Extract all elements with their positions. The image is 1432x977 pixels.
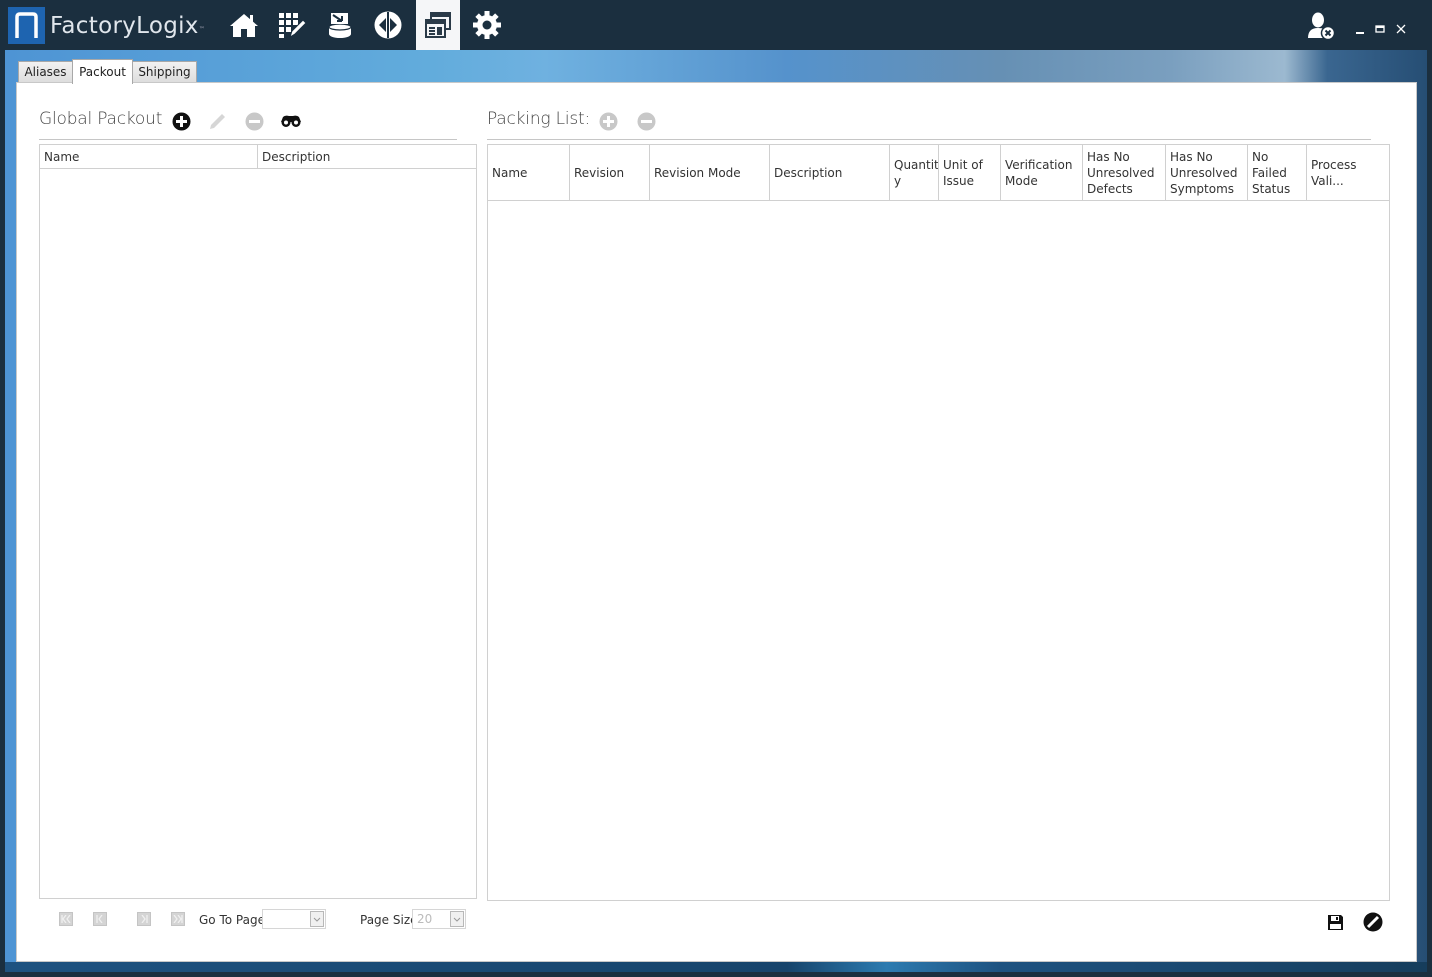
column-header-has-no-unresolved-symptoms[interactable]: Has No Unresolved Symptoms xyxy=(1166,145,1248,200)
go-to-page-select[interactable] xyxy=(262,909,326,929)
page-size-select[interactable]: 20 xyxy=(412,909,466,929)
packing-list-divider xyxy=(487,139,1371,140)
global-packout-title: Global Packout xyxy=(39,109,163,129)
routing-icon xyxy=(374,11,402,39)
column-header-unit-of-issue[interactable]: Unit of Issue xyxy=(939,145,1001,200)
column-header-quantity[interactable]: Quantit y xyxy=(890,145,939,200)
find-packout-button[interactable] xyxy=(280,110,302,132)
minimize-button[interactable] xyxy=(1353,22,1367,36)
save-icon xyxy=(1327,914,1343,930)
nav-windows-button[interactable] xyxy=(416,0,460,50)
remove-icon xyxy=(637,112,655,130)
last-page-icon xyxy=(173,915,183,923)
chevron-down-icon xyxy=(310,911,324,927)
column-header-verification-mode[interactable]: Verification Mode xyxy=(1001,145,1083,200)
next-page-button[interactable] xyxy=(137,912,151,926)
add-icon xyxy=(599,112,617,130)
title-bar: FactoryLogix™ xyxy=(0,0,1432,50)
global-packout-grid-header: Name Description xyxy=(40,145,476,169)
packing-list-title: Packing List: xyxy=(487,109,591,129)
nav-home-button[interactable] xyxy=(222,0,266,50)
grid-edit-icon xyxy=(279,13,307,39)
gear-icon xyxy=(473,11,501,39)
windows-icon xyxy=(425,12,451,38)
minimize-icon xyxy=(1356,32,1364,34)
column-header-no-failed-status[interactable]: No Failed Status xyxy=(1248,145,1307,200)
column-header-has-no-unresolved-defects[interactable]: Has No Unresolved Defects xyxy=(1083,145,1166,200)
remove-icon xyxy=(245,112,263,130)
previous-page-button[interactable] xyxy=(93,912,107,926)
packing-list-grid: Name Revision Revision Mode Description … xyxy=(487,144,1390,901)
tab-aliases[interactable]: Aliases xyxy=(18,61,73,84)
maximize-button[interactable] xyxy=(1373,22,1387,36)
next-page-icon xyxy=(141,915,148,923)
cancel-icon xyxy=(1363,912,1383,932)
logo-icon xyxy=(8,7,45,44)
nav-settings-button[interactable] xyxy=(465,0,509,50)
nav-engineering-button[interactable] xyxy=(270,0,314,50)
global-packout-divider xyxy=(39,139,457,140)
close-icon xyxy=(1396,24,1406,34)
remove-packout-button[interactable] xyxy=(243,110,265,132)
packing-list-grid-header: Name Revision Revision Mode Description … xyxy=(488,145,1389,201)
add-icon xyxy=(172,112,190,130)
remove-packing-item-button[interactable] xyxy=(635,110,657,132)
user-logout-icon xyxy=(1308,12,1336,41)
trademark: ™ xyxy=(198,26,206,33)
cancel-button[interactable] xyxy=(1362,911,1384,933)
edit-packout-button[interactable] xyxy=(206,110,228,132)
first-page-icon xyxy=(61,915,71,923)
first-page-button[interactable] xyxy=(59,912,73,926)
column-header-description[interactable]: Description xyxy=(770,145,890,200)
tab-shipping[interactable]: Shipping xyxy=(132,61,197,84)
go-to-page-label: Go To Page xyxy=(199,913,265,927)
save-button[interactable] xyxy=(1324,911,1346,933)
last-page-button[interactable] xyxy=(171,912,185,926)
column-header-name[interactable]: Name xyxy=(40,145,258,168)
nav-routing-button[interactable] xyxy=(366,0,410,50)
nav-data-import-button[interactable] xyxy=(318,0,362,50)
database-import-icon xyxy=(328,13,352,38)
column-header-process-validation[interactable]: Process Vali... xyxy=(1307,145,1389,200)
add-packing-item-button[interactable] xyxy=(597,110,619,132)
background-band-bottom xyxy=(5,962,1427,972)
column-header-name[interactable]: Name xyxy=(488,145,570,200)
chevron-down-icon xyxy=(450,911,464,927)
tab-packout[interactable]: Packout xyxy=(72,59,133,84)
column-header-description[interactable]: Description xyxy=(258,145,476,168)
brand-text: FactoryLogix xyxy=(50,13,199,39)
close-button[interactable] xyxy=(1394,22,1408,36)
page-size-label: Page Size xyxy=(360,913,418,927)
column-header-revision-mode[interactable]: Revision Mode xyxy=(650,145,770,200)
edit-icon xyxy=(209,113,225,129)
previous-page-icon xyxy=(96,915,103,923)
column-header-revision[interactable]: Revision xyxy=(570,145,650,200)
user-logout-button[interactable] xyxy=(1306,11,1336,41)
binoculars-icon xyxy=(281,115,301,127)
brand-name: FactoryLogix™ xyxy=(50,9,205,43)
global-packout-grid: Name Description xyxy=(39,144,477,899)
add-packout-button[interactable] xyxy=(170,110,192,132)
page-size-value: 20 xyxy=(417,912,433,926)
maximize-icon xyxy=(1375,25,1385,33)
home-icon xyxy=(230,14,258,37)
